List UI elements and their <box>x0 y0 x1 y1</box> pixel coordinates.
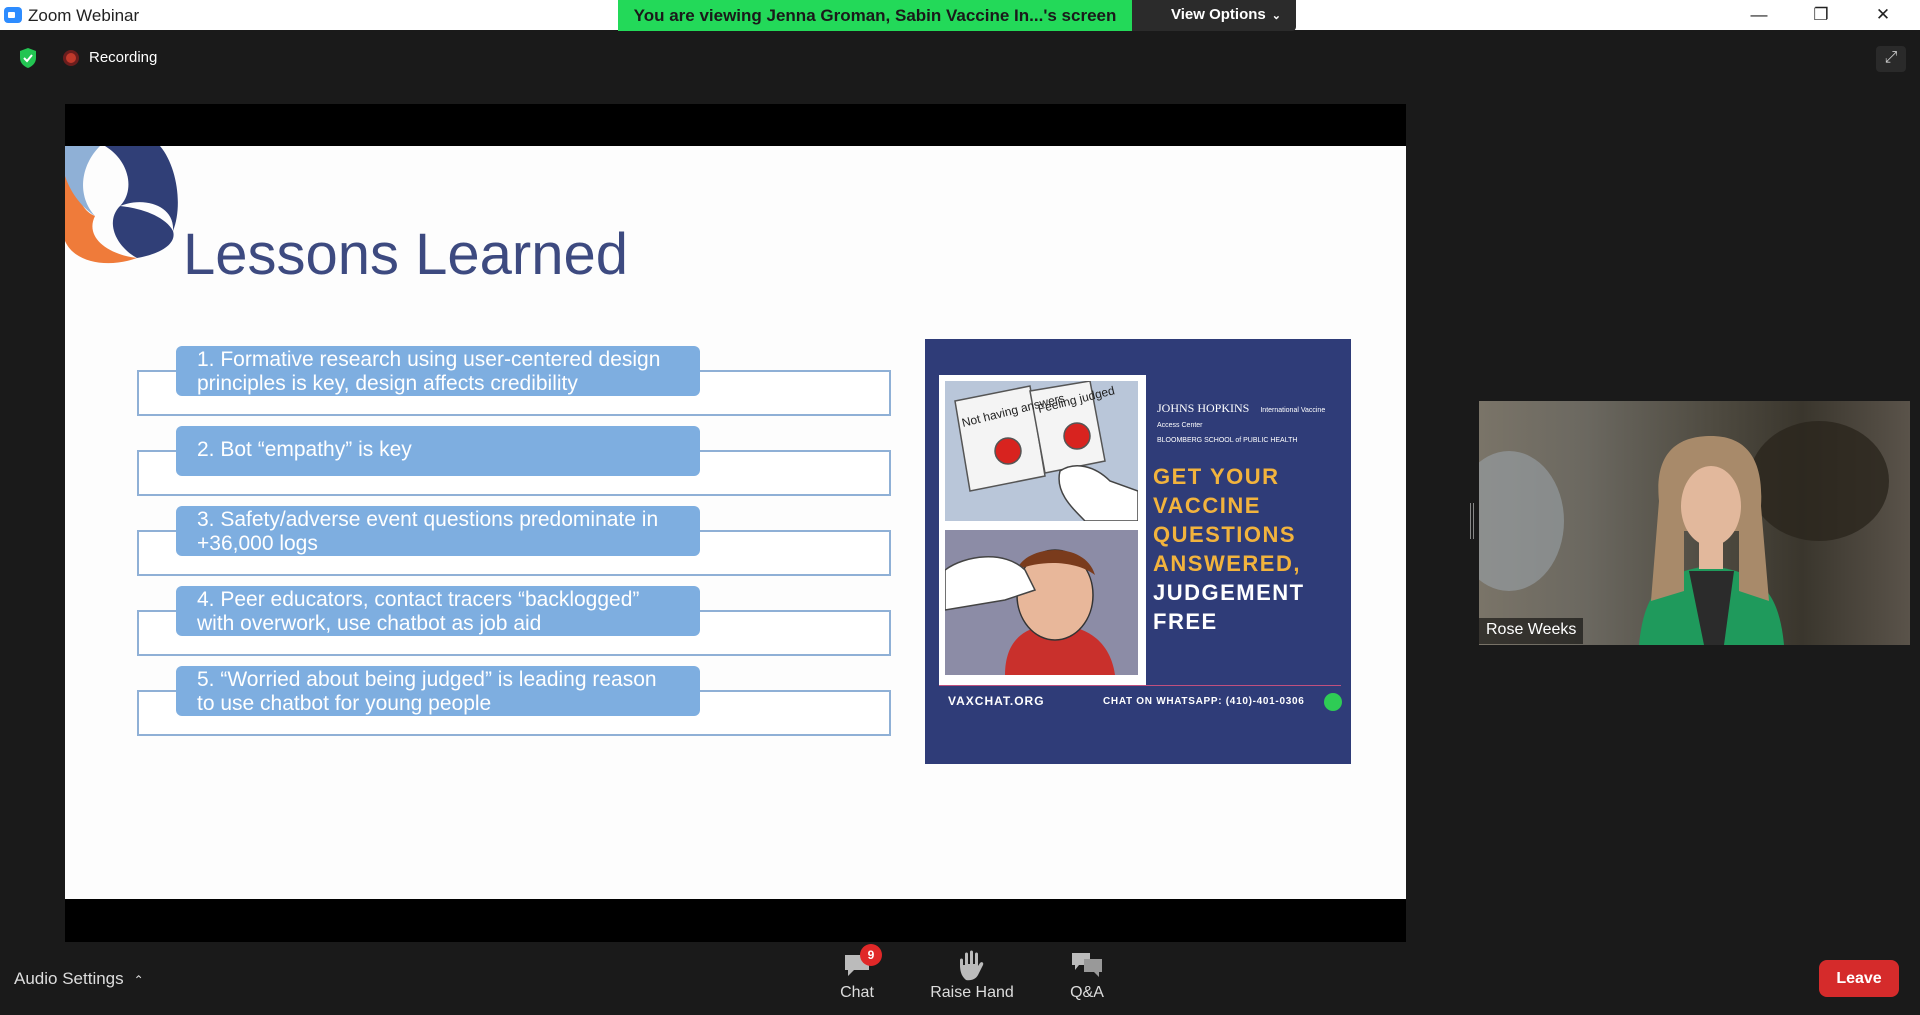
window-title: Zoom Webinar <box>28 6 140 25</box>
qa-icon <box>1032 950 1142 984</box>
chat-unread-badge: 9 <box>860 944 882 966</box>
chat-button[interactable]: Chat <box>802 950 912 1002</box>
audio-settings-button[interactable]: Audio Settings ⌃ <box>14 969 144 989</box>
panel-resize-handle[interactable] <box>1470 503 1474 539</box>
poster-whatsapp-number: CHAT ON WHATSAPP: (410)-401-0306 <box>1103 696 1305 707</box>
raise-hand-label: Raise Hand <box>930 984 1014 1001</box>
johns-hopkins-logo: JOHNS HOPKINS International Vaccine Acce… <box>1157 401 1337 444</box>
restore-button[interactable]: ❐ <box>1790 0 1852 30</box>
poster-url: VAXCHAT.ORG <box>948 694 1045 708</box>
whatsapp-icon <box>1324 693 1342 711</box>
presentation-slide: Lessons Learned 1. Formative research us… <box>65 146 1406 899</box>
fullscreen-icon[interactable]: ⤢ <box>1876 46 1906 72</box>
raise-hand-button[interactable]: Raise Hand <box>917 950 1027 1002</box>
participant-name: Rose Weeks <box>1479 618 1584 644</box>
lesson-text: 2. Bot “empathy” is key <box>176 426 700 476</box>
vaxchat-poster: Not having answers Feeling judged JOHNS … <box>925 339 1351 764</box>
org-sub: BLOOMBERG SCHOOL of PUBLIC HEALTH <box>1157 437 1298 444</box>
sabin-logo-icon <box>65 146 178 264</box>
leave-button[interactable]: Leave <box>1819 960 1899 997</box>
raise-hand-icon <box>917 950 1027 984</box>
sweating-man-illustration <box>944 530 1138 675</box>
viewing-screen-banner: You are viewing Jenna Groman, Sabin Vacc… <box>618 0 1132 31</box>
qa-label: Q&A <box>1070 984 1104 1001</box>
recording-icon <box>63 50 79 66</box>
poster-call-to-action: GET YOUR VACCINE QUESTIONS ANSWERED, JUD… <box>1153 462 1348 636</box>
zoom-app-icon <box>4 7 22 23</box>
encryption-shield-icon[interactable] <box>18 47 38 69</box>
recording-label: Recording <box>89 49 158 66</box>
slide-title: Lessons Learned <box>183 222 628 287</box>
minimize-button[interactable]: — <box>1728 0 1790 30</box>
poster-cta-white: JUDGEMENT FREE <box>1153 580 1305 634</box>
audio-settings-label: Audio Settings <box>14 969 124 988</box>
meme-panel-buttons: Not having answers Feeling judged <box>945 380 1139 522</box>
poster-cta-gold: GET YOUR VACCINE QUESTIONS ANSWERED, <box>1153 464 1301 576</box>
view-options-label: View Options <box>1171 6 1266 23</box>
lesson-text: 5. “Worried about being judged” is leadi… <box>176 666 700 716</box>
button-choice-illustration: Not having answers Feeling judged <box>945 380 1139 522</box>
chat-icon <box>802 950 912 984</box>
poster-divider <box>939 685 1341 686</box>
lesson-text: 4. Peer educators, contact tracers “back… <box>176 586 700 636</box>
meme-panel-sweating-man <box>944 530 1138 675</box>
chat-label: Chat <box>840 984 874 1001</box>
org-name: JOHNS HOPKINS <box>1157 401 1250 415</box>
chevron-up-icon: ⌃ <box>133 973 144 987</box>
chevron-down-icon: ⌄ <box>1271 10 1281 22</box>
participant-video[interactable] <box>1479 401 1910 645</box>
qa-button[interactable]: Q&A <box>1032 950 1142 1002</box>
participant-video-frame <box>1479 421 1889 645</box>
view-options-button[interactable]: View Options ⌄ <box>1132 0 1296 31</box>
lesson-text: 3. Safety/adverse event questions predom… <box>176 506 700 556</box>
meme-image: Not having answers Feeling judged <box>939 375 1146 686</box>
lesson-text: 1. Formative research using user-centere… <box>176 346 700 396</box>
close-button[interactable]: ✕ <box>1852 0 1914 30</box>
